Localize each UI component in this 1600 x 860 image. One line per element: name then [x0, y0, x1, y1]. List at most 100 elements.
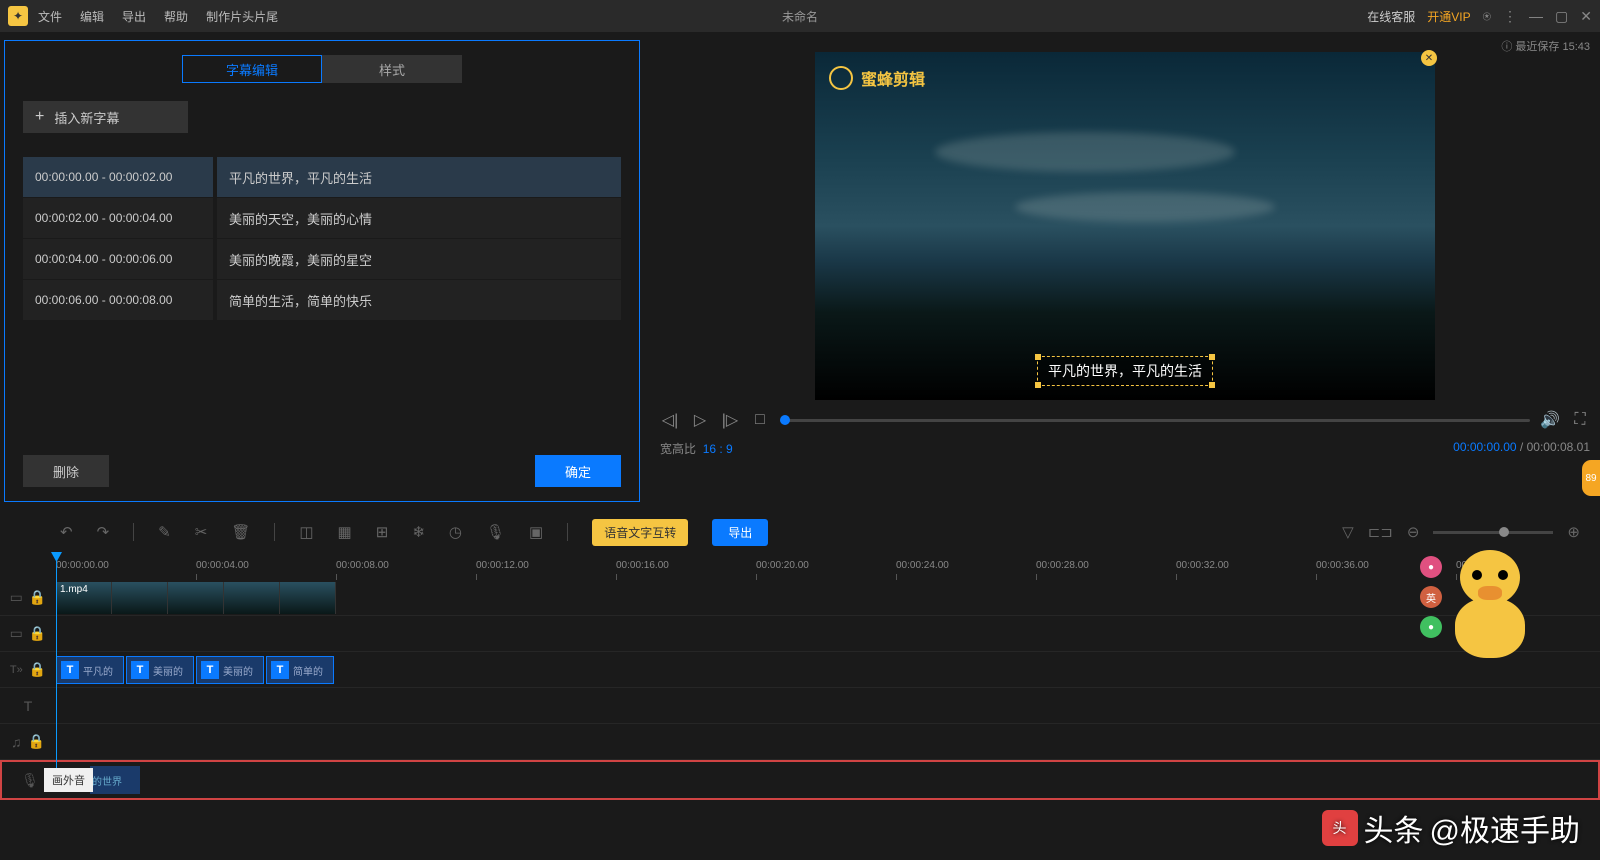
time-ruler[interactable]: 00:00:00.00 00:00:04.00 00:00:08.00 00:0…: [56, 558, 1600, 580]
progress-bar[interactable]: [780, 419, 1530, 422]
tab-subtitle-edit[interactable]: 字幕编辑: [182, 55, 322, 83]
menu-export[interactable]: 导出: [122, 8, 146, 25]
subtitle-row[interactable]: 00:00:04.00 - 00:00:06.00 美丽的晚霞，美丽的星空: [23, 239, 621, 279]
app-logo-icon: ✦: [8, 6, 28, 26]
text-clip[interactable]: T美丽的: [126, 656, 194, 684]
toutiao-icon: 头: [1322, 810, 1358, 846]
trash-icon[interactable]: 🗑: [231, 523, 250, 541]
time-current: 00:00:00.00: [1453, 440, 1516, 454]
player-controls: ◁| ▷ |▷ □ 🔊 ⛶: [660, 400, 1590, 440]
zoom-in-icon[interactable]: ⊕: [1567, 523, 1580, 541]
voiceover-tooltip: 画外音: [44, 768, 93, 792]
fullscreen-icon[interactable]: ⛶: [1570, 410, 1590, 430]
subtitle-text: 美丽的晚霞，美丽的星空: [217, 239, 621, 279]
duck-mascot: ● 英 ●: [1440, 550, 1540, 680]
aspect-value[interactable]: 16 : 9: [703, 442, 733, 456]
menu-edit[interactable]: 编辑: [80, 8, 104, 25]
subtitle-row[interactable]: 00:00:00.00 - 00:00:02.00 平凡的世界，平凡的生活: [23, 157, 621, 197]
title-bar: ✦ 文件 编辑 导出 帮助 制作片头片尾 未命名 在线客服 开通VIP ⍟ ⋮ …: [0, 0, 1600, 32]
mic-track-icon: 🎙: [21, 772, 39, 789]
marker-icon[interactable]: ▽: [1342, 523, 1354, 541]
playhead[interactable]: [56, 552, 57, 792]
voice-clip[interactable]: 的世界: [90, 766, 140, 794]
tab-style[interactable]: 样式: [322, 55, 462, 83]
cut-icon[interactable]: ✂: [195, 523, 208, 541]
subtitle-text: 平凡的世界，平凡的生活: [217, 157, 621, 197]
next-frame-icon[interactable]: |▷: [720, 410, 740, 430]
watermark: 头 头条 @极速手助: [1322, 806, 1580, 850]
fit-icon[interactable]: ⊏⊐: [1368, 523, 1393, 541]
text-clip[interactable]: T美丽的: [196, 656, 264, 684]
video-clip[interactable]: 1.mp4: [56, 582, 336, 614]
prev-frame-icon[interactable]: ◁|: [660, 410, 680, 430]
text-track-2[interactable]: T: [0, 688, 1600, 724]
pen-icon[interactable]: ✎: [158, 523, 171, 541]
subtitle-text: 简单的生活，简单的快乐: [217, 280, 621, 320]
preview-brand: 蜜蜂剪辑: [829, 66, 925, 90]
online-service-link[interactable]: 在线客服: [1367, 8, 1415, 25]
progress-thumb[interactable]: [780, 415, 790, 425]
subtitle-list: 00:00:00.00 - 00:00:02.00 平凡的世界，平凡的生活 00…: [23, 157, 621, 437]
lock-icon[interactable]: 🔒: [29, 661, 46, 678]
minimize-icon[interactable]: —: [1529, 8, 1543, 24]
play-icon[interactable]: ▷: [690, 410, 710, 430]
export-button[interactable]: 导出: [712, 519, 768, 546]
edit-toolbar: ↶ ↷ ✎ ✂ 🗑 ◫ ▦ ⊞ ❄ ◷ 🎙 ▣ 语音文字互转 导出 ▽ ⊏⊐ ⊖…: [0, 512, 1600, 552]
undo-icon[interactable]: ↶: [60, 523, 73, 541]
side-badge[interactable]: 89: [1582, 460, 1600, 496]
menu-file[interactable]: 文件: [38, 8, 62, 25]
vip-link[interactable]: 开通VIP: [1427, 8, 1470, 25]
insert-subtitle-button[interactable]: + 插入新字幕: [23, 101, 188, 133]
menu-intro-outro[interactable]: 制作片头片尾: [206, 8, 278, 25]
crop-icon[interactable]: ◫: [299, 523, 313, 541]
maximize-icon[interactable]: ▢: [1555, 8, 1568, 25]
video-track-icon: ▭: [10, 589, 23, 606]
pip-track-icon: ▭: [10, 625, 23, 642]
mosaic-icon[interactable]: ▦: [338, 523, 352, 541]
freeze-icon[interactable]: ❄: [412, 523, 425, 541]
redo-icon[interactable]: ↷: [97, 523, 110, 541]
last-saved: ⓘ 最近保存 15:43: [1501, 38, 1590, 54]
zoom-out-icon[interactable]: ⊖: [1407, 523, 1420, 541]
document-title: 未命名: [782, 8, 818, 25]
voiceover-track[interactable]: 🎙 画外音 的世界: [0, 760, 1600, 800]
subtitle-text: 美丽的天空，美丽的心情: [217, 198, 621, 238]
video-track[interactable]: ▭ 🔒 1.mp4: [0, 580, 1600, 616]
duration-icon[interactable]: ◷: [449, 523, 462, 541]
more-icon[interactable]: ⋮: [1503, 8, 1517, 25]
text-clip[interactable]: T简单的: [266, 656, 334, 684]
preview-close-icon[interactable]: ✕: [1421, 50, 1437, 66]
volume-icon[interactable]: 🔊: [1540, 410, 1560, 430]
text-track[interactable]: T»🔒 T平凡的 T美丽的 T美丽的 T简单的: [0, 652, 1600, 688]
lock-icon[interactable]: 🔒: [29, 589, 46, 606]
time-separator: /: [1520, 440, 1523, 454]
zoom-slider[interactable]: [1433, 531, 1553, 534]
subtitle-row[interactable]: 00:00:06.00 - 00:00:08.00 简单的生活，简单的快乐: [23, 280, 621, 320]
text-track-icon: T: [24, 698, 33, 714]
subtitle-time: 00:00:00.00 - 00:00:02.00: [23, 157, 213, 197]
video-preview[interactable]: 蜜蜂剪辑 ✕ 平凡的世界，平凡的生活: [815, 52, 1435, 400]
subtitle-time: 00:00:04.00 - 00:00:06.00: [23, 239, 213, 279]
mic-icon[interactable]: 🎙: [486, 523, 505, 541]
lock-icon[interactable]: 🔒: [29, 625, 46, 642]
lock-icon[interactable]: 🔒: [28, 733, 45, 750]
voice-text-convert-button[interactable]: 语音文字互转: [592, 519, 688, 546]
user-icon[interactable]: ⍟: [1483, 8, 1491, 25]
confirm-button[interactable]: 确定: [535, 455, 621, 487]
pip-track[interactable]: ▭🔒: [0, 616, 1600, 652]
subtitle-overlay[interactable]: 平凡的世界，平凡的生活: [1037, 356, 1213, 386]
record-icon[interactable]: ▣: [529, 523, 543, 541]
split-icon[interactable]: ⊞: [376, 523, 389, 541]
subtitle-row[interactable]: 00:00:02.00 - 00:00:04.00 美丽的天空，美丽的心情: [23, 198, 621, 238]
stop-icon[interactable]: □: [750, 410, 770, 430]
subtitle-editor-panel: 字幕编辑 样式 + 插入新字幕 00:00:00.00 - 00:00:02.0…: [4, 40, 640, 502]
subtitle-time: 00:00:06.00 - 00:00:08.00: [23, 280, 213, 320]
delete-button[interactable]: 删除: [23, 455, 109, 487]
close-icon[interactable]: ✕: [1580, 8, 1592, 25]
text-clip[interactable]: T平凡的: [56, 656, 124, 684]
menu-help[interactable]: 帮助: [164, 8, 188, 25]
audio-track[interactable]: ♫🔒: [0, 724, 1600, 760]
aspect-label: 宽高比: [660, 442, 696, 456]
time-total: 00:00:08.01: [1527, 440, 1590, 454]
timeline: 00:00:00.00 00:00:04.00 00:00:08.00 00:0…: [0, 552, 1600, 800]
